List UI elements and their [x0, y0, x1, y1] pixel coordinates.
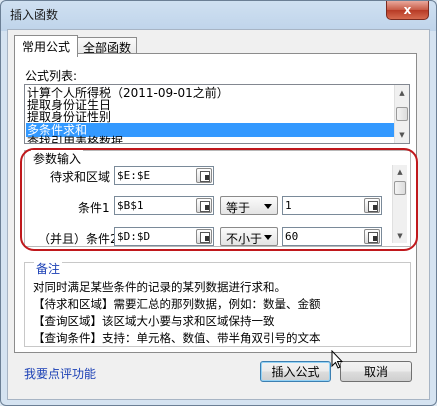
cond1-value: 1 [285, 199, 292, 212]
cond1-operator-select[interactable]: 等于 [220, 196, 278, 215]
close-icon: x [403, 3, 412, 17]
remarks-label: 备注 [34, 260, 63, 277]
cond2-label: （并且）条件2 [38, 232, 118, 246]
range-select-icon[interactable] [196, 229, 212, 244]
remark-line: 【查询条件】支持：单元格、数值、带半角双引号的文本 [33, 331, 321, 345]
cond2-operator-select[interactable]: 不小于 [220, 227, 278, 246]
formula-list[interactable]: 计算个人所得税（2011-09-01之前） 提取身份证生日 提取身份证性别 多条… [24, 84, 410, 144]
cond2-operator-value: 不小于 [226, 232, 263, 246]
cond1-operator-value: 等于 [226, 201, 251, 215]
remarks-box: 对同时满足某些条件的记录的某列数据进行求和。 【待求和区域】需要汇总的那列数据，… [24, 262, 411, 347]
cond1-value-input[interactable]: 1 [282, 196, 382, 215]
param-group-label: 参数输入 [31, 150, 84, 167]
list-item[interactable]: 提取身份证性别 [27, 110, 111, 124]
range-select-icon[interactable] [196, 198, 212, 213]
dialog-title: 插入函数 [10, 8, 59, 22]
params-scrollbar[interactable]: ▲ ▼ [392, 165, 407, 243]
scroll-thumb[interactable] [396, 107, 408, 121]
range-select-icon[interactable] [364, 229, 380, 244]
tab-common-formulas[interactable]: 常用公式 [14, 35, 78, 57]
range-select-icon[interactable] [196, 168, 212, 183]
insert-formula-label: 插入公式 [271, 365, 320, 379]
formula-list-scrollbar[interactable]: ▲ ▼ [394, 85, 409, 143]
scroll-thumb[interactable] [394, 181, 406, 195]
sum-range-value: $E:$E [117, 169, 151, 182]
scroll-down-icon[interactable]: ▼ [395, 128, 409, 142]
cancel-button[interactable]: 取消 [340, 361, 412, 382]
cond2-value-input[interactable]: 60 [282, 227, 382, 246]
scroll-up-icon[interactable]: ▲ [395, 86, 409, 100]
cond2-range-value: $D:$D [117, 230, 151, 243]
cond2-value: 60 [285, 230, 299, 243]
chevron-down-icon [264, 235, 272, 240]
remark-line: 【待求和区域】需要汇总的那列数据，例如：数量、金额 [33, 297, 321, 311]
cond1-range-value: $B$1 [117, 199, 144, 212]
scroll-down-icon[interactable]: ▼ [393, 229, 407, 243]
insert-formula-button[interactable]: 插入公式 [260, 361, 331, 382]
scroll-up-icon[interactable]: ▲ [393, 165, 407, 179]
remark-line: 【查询区域】该区域大小要与求和区域保持一致 [33, 314, 275, 328]
close-button[interactable]: x [386, 1, 429, 20]
cancel-label: 取消 [363, 365, 388, 379]
feedback-link[interactable]: 我要点评功能 [24, 365, 96, 382]
mouse-cursor-icon [331, 350, 343, 369]
sum-range-label: 待求和区域 [50, 170, 111, 184]
chevron-down-icon [264, 204, 272, 209]
cond2-range-input[interactable]: $D:$D [114, 227, 214, 246]
list-item[interactable]: 查找引用表格数据 [27, 135, 123, 143]
formula-list-label: 公式列表: [25, 69, 78, 83]
tab-label: 常用公式 [21, 40, 70, 54]
range-select-icon[interactable] [364, 198, 380, 213]
cond1-range-input[interactable]: $B$1 [114, 196, 214, 215]
title-bar[interactable]: 插入函数 x [1, 1, 436, 27]
cond1-label: 条件1 [78, 201, 110, 215]
remark-line: 对同时满足某些条件的记录的某列数据进行求和。 [33, 280, 286, 294]
sum-range-input[interactable]: $E:$E [114, 166, 214, 185]
